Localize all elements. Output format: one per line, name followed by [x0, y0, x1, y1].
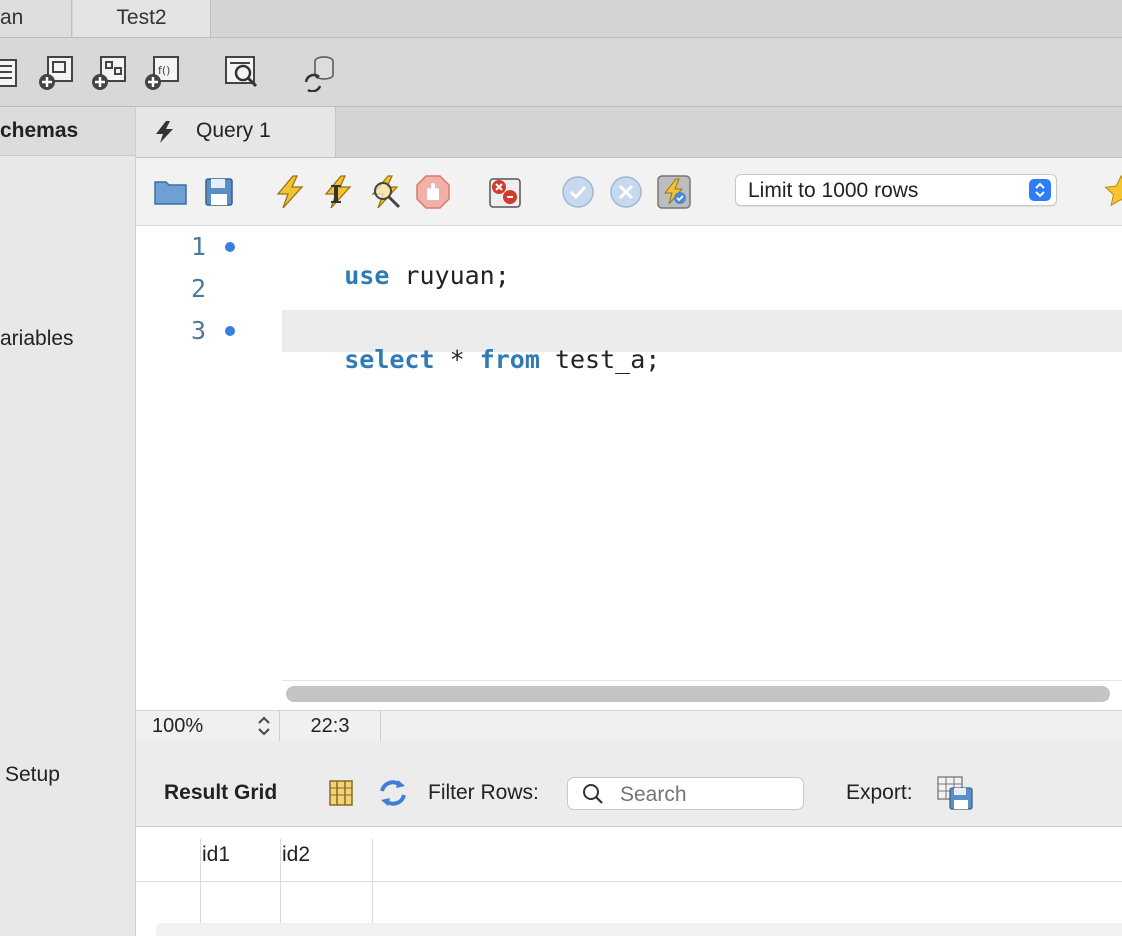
column-divider: [280, 839, 281, 936]
statement-marker: [225, 242, 235, 252]
navigator-sidebar: chemas ariables Setup: [0, 107, 136, 936]
sql-editor[interactable]: 1 2 3 use ruyuan; select * from test_a;: [136, 226, 1122, 710]
column-header-id1[interactable]: id1: [202, 843, 230, 867]
autocommit-toggle-icon[interactable]: [655, 173, 693, 211]
execute-icon[interactable]: [271, 173, 309, 211]
limit-rows-select[interactable]: Limit to 1000 rows: [735, 174, 1057, 206]
stop-icon[interactable]: [414, 173, 452, 211]
connection-tab-label: Test2: [116, 6, 167, 29]
result-toolbar: Result Grid Filter Rows: Export:: [136, 741, 1122, 827]
table-row[interactable]: [156, 923, 1122, 936]
code-line-1: use ruyuan;: [284, 232, 510, 319]
lightning-icon: [156, 121, 173, 143]
create-function-icon[interactable]: f(): [144, 52, 184, 92]
limit-rows-value: Limit to 1000 rows: [748, 179, 919, 202]
stop-on-error-icon[interactable]: [486, 173, 524, 211]
keyword: select: [344, 345, 435, 374]
line-number: 2: [190, 274, 206, 303]
column-header-id2[interactable]: id2: [282, 843, 310, 867]
filter-rows-label: Filter Rows:: [428, 781, 539, 804]
filter-search-box[interactable]: [567, 777, 804, 810]
chevron-updown-icon: [1029, 179, 1051, 201]
keyword: from: [479, 345, 540, 374]
save-icon[interactable]: [200, 173, 238, 211]
header-divider: [136, 881, 1122, 882]
commit-icon[interactable]: [559, 173, 597, 211]
scroll-track: [282, 680, 1122, 681]
keyword: use: [344, 261, 390, 290]
result-grid-label[interactable]: Result Grid: [164, 781, 277, 805]
query-tab-bar: Query 1: [136, 107, 1122, 158]
sidebar-item-setup[interactable]: Setup: [5, 763, 60, 787]
sidebar-item-variables[interactable]: ariables: [0, 327, 74, 351]
line-number: 1: [190, 232, 206, 261]
connection-tab-label: an: [0, 6, 24, 29]
reconnect-database-icon[interactable]: [300, 52, 340, 92]
explain-icon[interactable]: [366, 173, 404, 211]
horizontal-scrollbar[interactable]: [286, 686, 1110, 702]
rollback-icon[interactable]: [607, 173, 645, 211]
create-procedure-icon[interactable]: [91, 52, 131, 92]
grid-columns-icon[interactable]: [326, 778, 356, 808]
code-line-3: select * from test_a;: [284, 316, 660, 403]
search-table-data-icon[interactable]: [222, 52, 262, 92]
open-file-icon[interactable]: [152, 173, 190, 211]
refresh-icon[interactable]: [376, 777, 410, 809]
query-tab-label: Query 1: [196, 119, 271, 142]
star-icon[interactable]: [1102, 173, 1122, 211]
main-toolbar: f(): [0, 38, 1122, 107]
editor-toolbar: Limit to 1000 rows: [136, 158, 1122, 226]
editor-status-bar: 100% 22:3: [136, 710, 1122, 742]
cursor-position: 22:3: [279, 711, 381, 741]
zoom-stepper-icon[interactable]: [254, 714, 274, 738]
code-text: test_a;: [539, 345, 661, 374]
zoom-level: 100%: [152, 715, 204, 737]
export-icon[interactable]: [936, 775, 974, 811]
column-divider: [372, 839, 373, 936]
export-label: Export:: [846, 781, 913, 804]
connection-tab-bar: an Test2: [0, 0, 1122, 38]
connection-tab-1[interactable]: an: [0, 0, 72, 37]
schemas-header[interactable]: chemas: [0, 119, 78, 143]
create-view-icon[interactable]: [38, 52, 78, 92]
result-grid[interactable]: id1 id2: [136, 827, 1122, 936]
execute-current-statement-icon[interactable]: [319, 173, 357, 211]
code-text: ruyuan;: [389, 261, 510, 290]
line-number: 3: [190, 316, 206, 345]
sidebar-header: chemas: [0, 107, 135, 156]
column-divider: [200, 839, 201, 936]
line-number-gutter: 1 2 3: [136, 226, 282, 710]
tab-query-1[interactable]: Query 1: [136, 107, 336, 157]
table-icon[interactable]: [0, 52, 26, 92]
search-icon: [583, 784, 603, 804]
connection-tab-test2[interactable]: Test2: [73, 0, 211, 37]
filter-search-input[interactable]: [618, 782, 792, 808]
code-text: *: [434, 345, 480, 374]
svg-text:f(): f(): [158, 64, 170, 77]
statement-marker: [225, 326, 235, 336]
